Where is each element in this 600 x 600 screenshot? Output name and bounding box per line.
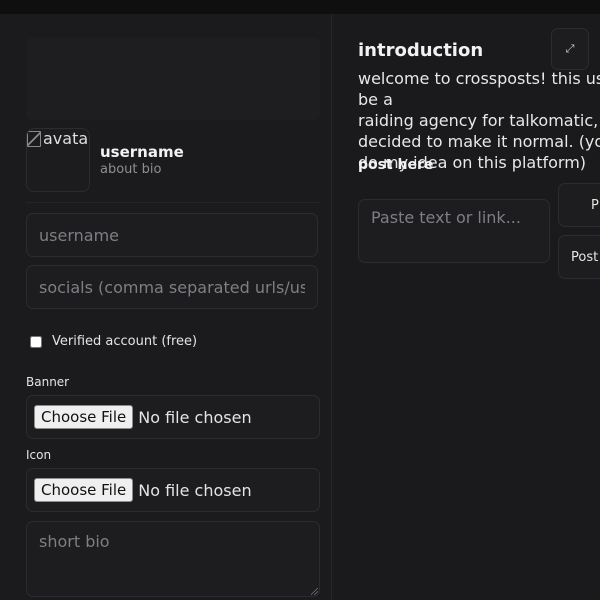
top-bar: [0, 0, 600, 15]
banner-label: Banner: [26, 375, 70, 389]
expand-button[interactable]: ⤢: [551, 28, 589, 70]
profile-display-name: username: [100, 143, 184, 161]
post-heading: post here: [358, 157, 434, 173]
icon-file-input: Choose File No file chosen: [26, 468, 320, 512]
username-input[interactable]: [26, 213, 318, 257]
icon-choose-file-button[interactable]: Choose File: [34, 478, 134, 502]
post-primary-button[interactable]: P: [558, 183, 600, 227]
expand-icon: ⤢: [565, 42, 575, 55]
profile-divider: [26, 202, 320, 203]
profile-display-bio: about bio: [100, 162, 162, 177]
post-input[interactable]: [358, 199, 550, 263]
avatar-alt-label: avatar: [43, 129, 90, 148]
icon-no-file-text: No file chosen: [138, 480, 252, 500]
broken-image-icon: [27, 130, 41, 147]
icon-label: Icon: [26, 448, 52, 462]
resize-grip-icon[interactable]: [311, 588, 318, 595]
socials-input[interactable]: [26, 265, 318, 309]
verified-row: Verified account (free): [30, 334, 197, 349]
post-button[interactable]: Post: [558, 235, 600, 279]
banner-file-input: Choose File No file chosen: [26, 395, 320, 439]
banner-no-file-text: No file chosen: [138, 407, 252, 427]
short-bio-textarea[interactable]: [26, 521, 320, 597]
verified-checkbox[interactable]: [30, 335, 42, 348]
app-window: avatar username about bio Verified accou…: [0, 0, 600, 600]
avatar: avatar: [26, 128, 90, 192]
banner-preview: [26, 38, 320, 120]
banner-choose-file-button[interactable]: Choose File: [34, 405, 134, 429]
feed-title: introduction: [358, 40, 484, 61]
verified-label: Verified account (free): [52, 334, 198, 349]
avatar-alt-text: avatar: [27, 129, 90, 148]
